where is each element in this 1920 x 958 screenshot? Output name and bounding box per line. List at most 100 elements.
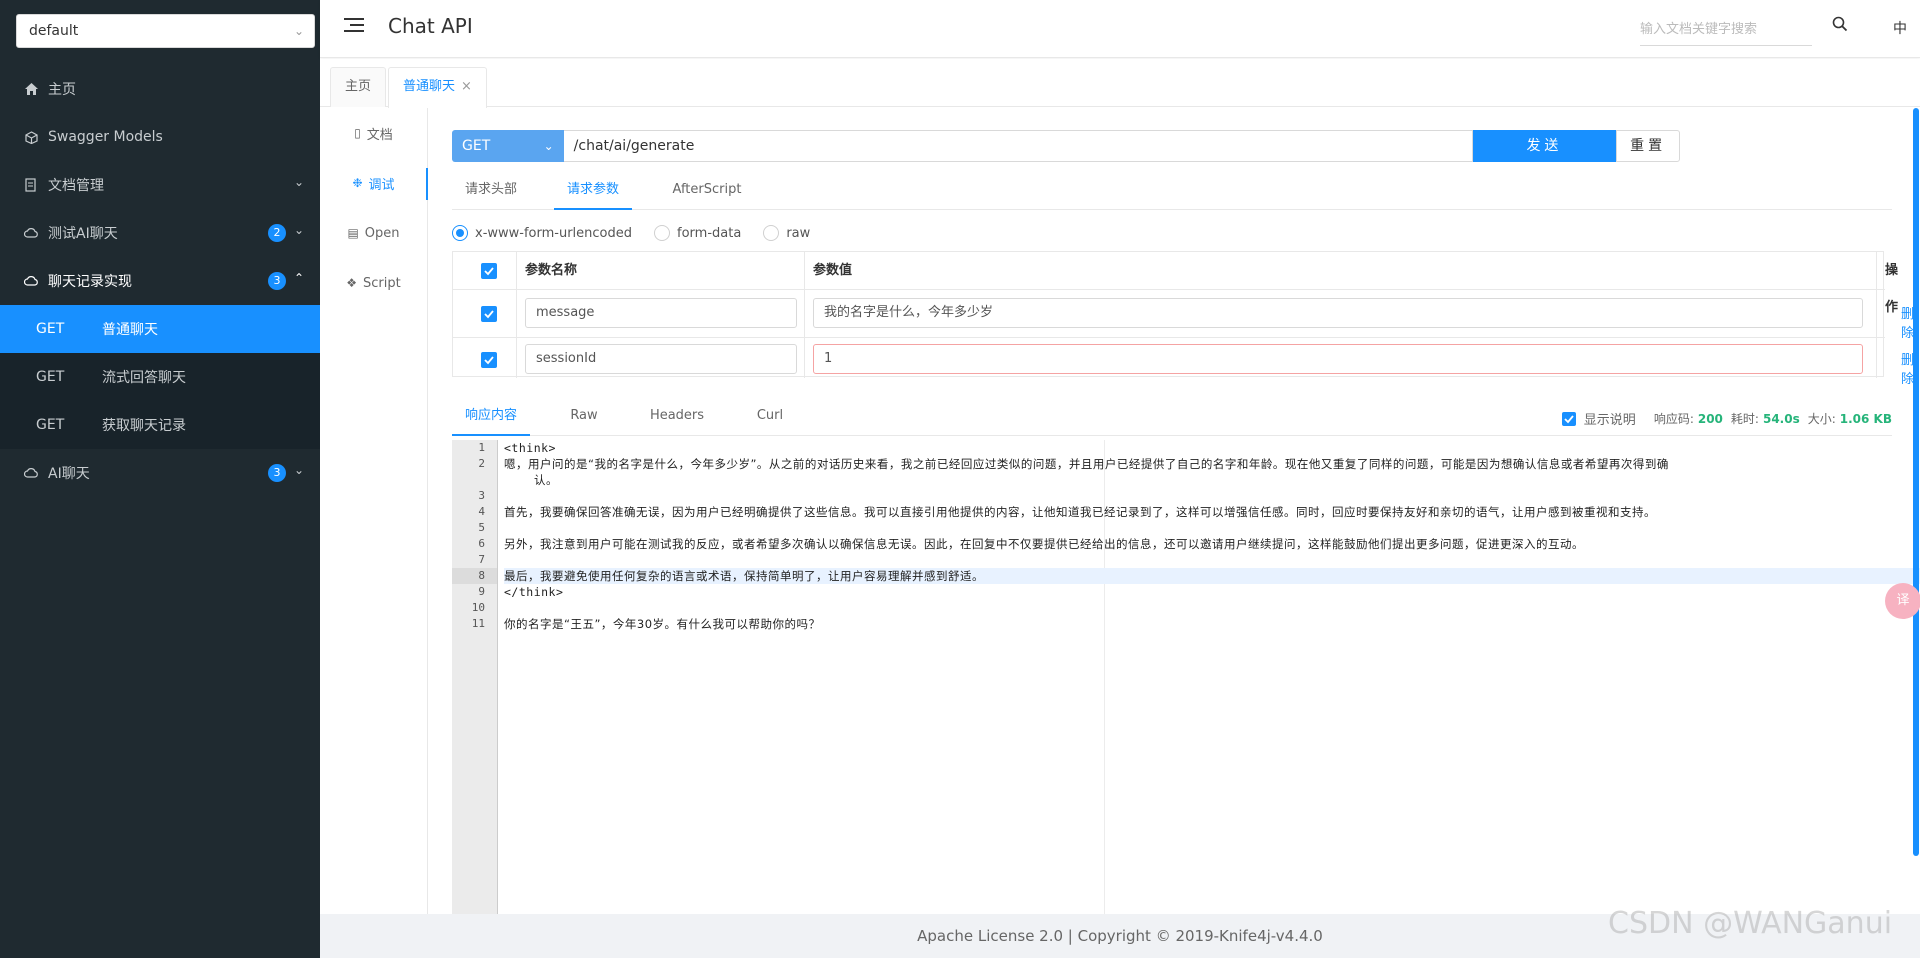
watermark: CSDN @WANGanui xyxy=(1608,906,1893,941)
side-tab-debug[interactable]: ❉ 调试 xyxy=(320,158,428,208)
tab-response-curl[interactable]: Curl xyxy=(740,400,800,436)
table-row: message 我的名字是什么，今年多少岁 删除 xyxy=(453,290,1914,341)
radio-label: form-data xyxy=(677,225,742,241)
radio-raw[interactable] xyxy=(763,225,780,241)
tab-response-headers[interactable]: Headers xyxy=(634,400,720,436)
sidebar-item-doc-manage[interactable]: 文档管理 ⌄ xyxy=(0,161,320,209)
sidebar-subitem-get-history[interactable]: GET 获取聊天记录 xyxy=(0,401,320,449)
sidebar-item-label: 聊天记录实现 xyxy=(48,274,132,290)
sidebar-item-label: 主页 xyxy=(48,82,76,98)
column-header-name: 参数名称 xyxy=(517,252,805,289)
sidebar-item-chat-history[interactable]: 聊天记录实现 3 ⌃ xyxy=(0,257,320,305)
home-icon xyxy=(24,82,38,96)
cloud-icon xyxy=(24,226,38,240)
response-editor[interactable]: 1 2 3 4 5 6 7 8 9 10 11 <think> 嗯，用户问的是“… xyxy=(452,440,1920,914)
line-number: 11 xyxy=(471,617,485,630)
page-scrollbar[interactable] xyxy=(1913,108,1919,856)
elapsed-time: 54.0s xyxy=(1762,411,1800,426)
sidebar-subitem-normal-chat[interactable]: GET 普通聊天 xyxy=(0,305,320,353)
http-method: GET xyxy=(36,369,65,385)
document-manage-icon xyxy=(24,178,38,192)
sidebar-menu: 主页 Swagger Models 文档管理 ⌄ 测试AI聊天 2 ⌄ 聊天记录… xyxy=(0,65,320,497)
elapsed-label: 耗时: xyxy=(1730,412,1759,426)
tab-label: 普通聊天 xyxy=(403,79,456,94)
line-number xyxy=(452,472,497,488)
line-number: 8 xyxy=(452,568,497,584)
row-checkbox[interactable] xyxy=(481,306,497,322)
menu-toggle-icon[interactable] xyxy=(344,18,364,36)
cloud-icon xyxy=(24,274,38,288)
sidebar-item-home[interactable]: 主页 xyxy=(0,65,320,113)
select-all-checkbox[interactable] xyxy=(481,263,497,279)
line-number: 7 xyxy=(478,553,485,566)
chevron-down-icon: ⌄ xyxy=(293,463,304,477)
translate-float-button[interactable]: 译 xyxy=(1885,583,1920,619)
action-cell: 删除 xyxy=(1877,338,1914,387)
radio-label: x-www-form-urlencoded xyxy=(475,225,633,241)
method-select[interactable]: GET ⌄ xyxy=(452,130,564,162)
size-label: 大小: xyxy=(1807,412,1836,426)
line-number-gutter: 1 2 3 4 5 6 7 8 9 10 11 xyxy=(452,440,498,914)
tab-request-headers[interactable]: 请求头部 xyxy=(452,174,530,210)
sidebar-subitem-stream-chat[interactable]: GET 流式回答聊天 xyxy=(0,353,320,401)
response-tabs: 响应内容 Raw Headers Curl 显示说明 响应码: 200 耗时: … xyxy=(452,400,1892,436)
content-type-radios: x-www-form-urlencoded form-data raw xyxy=(452,223,832,243)
sidebar-item-ai-chat[interactable]: AI聊天 3 ⌄ xyxy=(0,449,320,497)
chevron-up-icon: ⌃ xyxy=(293,271,304,285)
language-switch[interactable]: 中 xyxy=(1893,18,1907,38)
sidebar-item-swagger-models[interactable]: Swagger Models xyxy=(0,113,320,161)
search-input[interactable]: 输入文档关键字搜索 xyxy=(1640,14,1812,46)
params-table: 参数名称 参数值 操作 message 我的名字是什么，今年多少岁 删除 ses… xyxy=(452,251,1914,387)
tab-label: 主页 xyxy=(345,79,372,94)
sidebar-item-test-ai-chat[interactable]: 测试AI聊天 2 ⌄ xyxy=(0,209,320,257)
side-tab-label: Script xyxy=(363,275,401,291)
radio-form-data[interactable] xyxy=(654,225,671,241)
param-value-input[interactable]: 我的名字是什么，今年多少岁 xyxy=(813,298,1863,328)
code-line: 首先，我要确保回答准确无误，因为用户已经明确提供了这些信息。我可以直接引用他提供… xyxy=(504,505,1656,519)
param-name-input[interactable]: sessionId xyxy=(525,344,797,374)
sidebar-subitem-label: 流式回答聊天 xyxy=(102,370,186,386)
param-value-input[interactable]: 1 xyxy=(813,344,1863,374)
tab-request-params[interactable]: 请求参数 xyxy=(554,174,632,210)
tab-after-script[interactable]: AfterScript xyxy=(660,174,754,210)
action-cell: 删除 xyxy=(1877,290,1914,341)
radio-urlencoded[interactable] xyxy=(452,225,468,241)
line-number: 4 xyxy=(478,505,485,518)
send-button[interactable]: 发送 xyxy=(1472,130,1617,162)
tab-response-content[interactable]: 响应内容 xyxy=(452,400,530,436)
code-line: 另外，我注意到用户可能在测试我的反应，或者希望多次确认以确保信息无误。因此，在回… xyxy=(504,537,1584,551)
code-line: <think> xyxy=(504,441,556,455)
reset-button[interactable]: 重置 xyxy=(1616,130,1680,162)
side-tab-script[interactable]: ❖ Script xyxy=(320,258,427,308)
tab-home[interactable]: 主页 xyxy=(330,67,387,107)
close-icon[interactable]: × xyxy=(461,79,472,94)
sidebar-item-label: Swagger Models xyxy=(48,129,163,145)
table-header-row: 参数名称 参数值 操作 xyxy=(453,252,1899,315)
show-desc-checkbox[interactable] xyxy=(1561,411,1576,426)
value-cell: 1 xyxy=(805,338,1877,378)
tab-response-raw[interactable]: Raw xyxy=(554,400,614,436)
radio-label: raw xyxy=(786,225,811,241)
top-header: Chat API 输入文档关键字搜索 中 xyxy=(320,0,1920,58)
count-badge: 3 xyxy=(268,464,286,482)
line-number: 5 xyxy=(478,521,485,534)
side-tab-label: Open xyxy=(364,225,400,241)
side-tab-label: 文档 xyxy=(366,127,393,143)
group-select[interactable]: default ⌄ xyxy=(16,14,315,48)
row-checkbox[interactable] xyxy=(481,352,497,368)
param-name-input[interactable]: message xyxy=(525,298,797,328)
table-row: sessionId 1 删除 xyxy=(453,338,1914,387)
line-number: 2 xyxy=(478,457,485,470)
tab-normal-chat[interactable]: 普通聊天 × xyxy=(388,67,487,108)
column-header-action: 操作 xyxy=(1885,263,1899,315)
response-size: 1.06 KB xyxy=(1839,411,1892,426)
search-icon[interactable] xyxy=(1832,16,1848,32)
side-tab-doc[interactable]: ▯ 文档 xyxy=(320,108,427,158)
side-tab-open[interactable]: ▤ Open xyxy=(320,208,427,258)
line-number: 3 xyxy=(478,489,485,502)
select-all-cell xyxy=(453,252,517,289)
response-meta: 显示说明 响应码: 200 耗时: 54.0s 大小: 1.06 KB xyxy=(1561,409,1892,428)
url-input[interactable]: /chat/ai/generate xyxy=(563,130,1473,162)
